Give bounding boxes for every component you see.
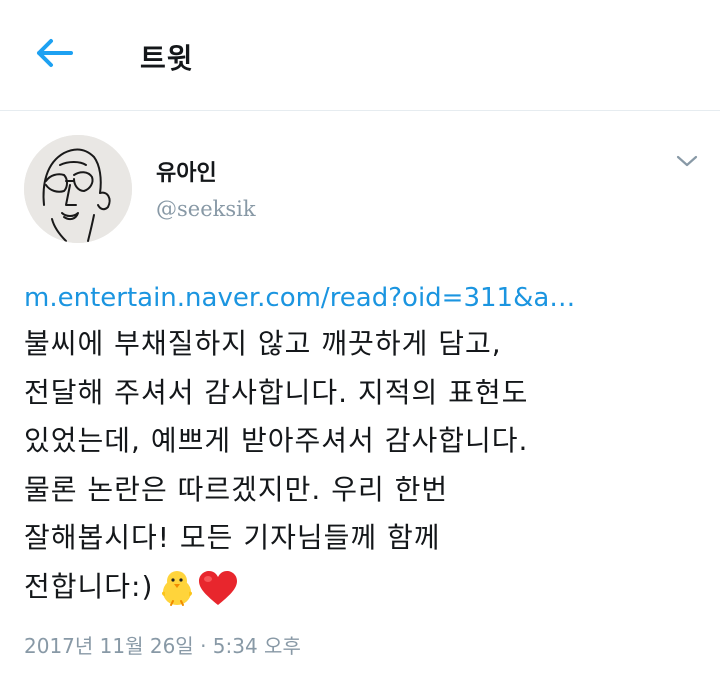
page-title: 트윗 [140,42,194,75]
red-heart-emoji [199,570,238,605]
chevron-down-icon [675,153,699,173]
tweet-line: 물론 논란은 따르겠지만. 우리 한번 [24,472,449,506]
tweet-line: 전합니다:) [24,569,154,603]
user-handle[interactable]: @seeksik [156,197,256,221]
tweet-line: 잘해봅시다! 모든 기자님들께 함께 [24,521,441,554]
tweet-options-button[interactable] [672,150,702,176]
emoji-group [157,568,239,608]
arrow-left-icon [35,38,75,72]
avatar[interactable] [24,135,132,243]
tweet-line: 불씨에 부채질하지 않고 깨끗하게 담고, [24,327,502,360]
tweet-text: m.entertain.naver.com/read?oid=311&a… 불씨… [24,276,700,611]
display-name[interactable]: 유아인 [156,155,217,187]
tweet-timestamp: 2017년 11월 26일 · 5:34 오후 [24,634,301,658]
chick-emoji [162,570,193,606]
tweet-line: 있었는데, 예쁘게 받아주셔서 감사합니다. [24,424,529,457]
top-bar: 트윗 [0,0,720,111]
tweet-line: 전달해 주셔서 감사합니다. 지적의 표현도 [24,375,529,409]
back-button[interactable] [30,33,80,77]
tweet-link[interactable]: m.entertain.naver.com/read?oid=311&a… [24,276,700,320]
line-drawing-face-avatar [24,135,132,243]
tweet-last-line: 전합니다:) [24,563,700,612]
